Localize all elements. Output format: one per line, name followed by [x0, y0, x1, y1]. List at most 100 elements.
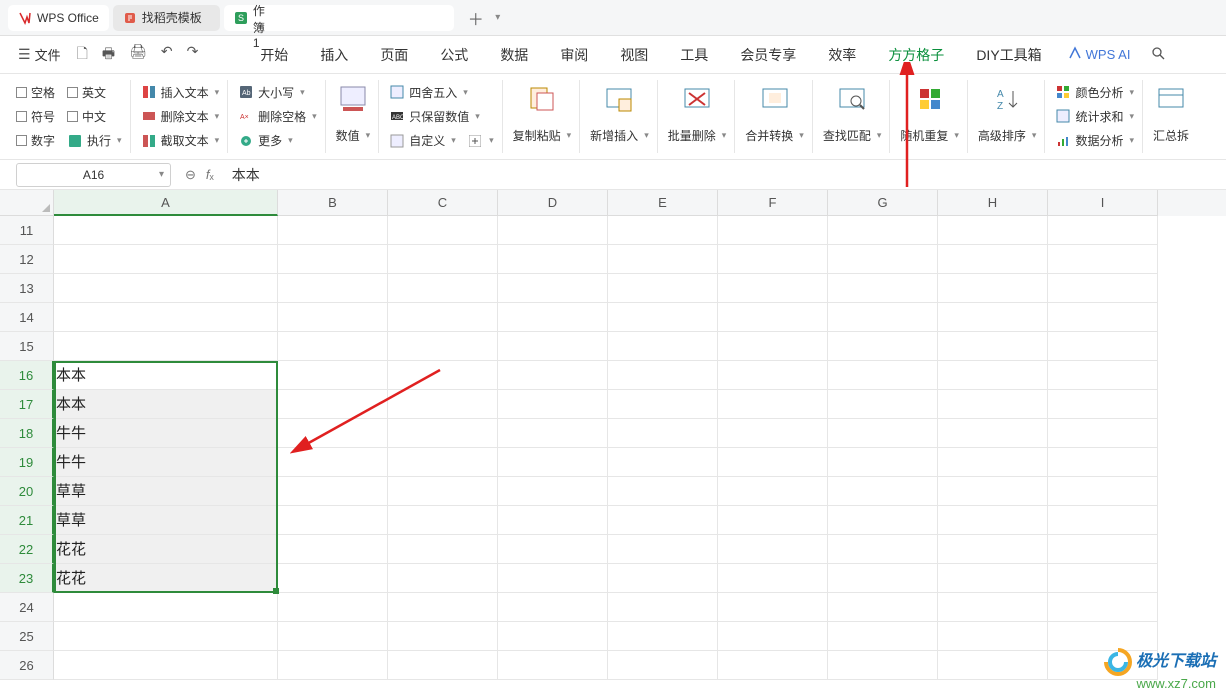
cell-G19[interactable] [828, 448, 938, 477]
cell-B19[interactable] [278, 448, 388, 477]
cancel-icon[interactable]: ⊖ [185, 167, 196, 183]
cell-E19[interactable] [608, 448, 718, 477]
cell-C16[interactable] [388, 361, 498, 390]
btn-sum[interactable]: 统计求和▾ [1055, 104, 1134, 128]
tab-vip[interactable]: 会员专享 [738, 41, 798, 69]
col-header-F[interactable]: F [718, 190, 828, 216]
btn-insert-text[interactable]: 插入文本▾ [141, 80, 220, 104]
col-header-A[interactable]: A [54, 190, 278, 216]
chevron-down-icon[interactable]: ▾ [159, 169, 164, 180]
cell-B22[interactable] [278, 535, 388, 564]
cell-H17[interactable] [938, 390, 1048, 419]
save-icon[interactable]: 🖶 [102, 43, 115, 67]
cell-C13[interactable] [388, 274, 498, 303]
cell-H16[interactable] [938, 361, 1048, 390]
cell-D15[interactable] [498, 332, 608, 361]
row-header-23[interactable]: 23 [0, 564, 54, 593]
cell-C18[interactable] [388, 419, 498, 448]
cell-I15[interactable] [1048, 332, 1158, 361]
row-header-24[interactable]: 24 [0, 593, 54, 622]
col-header-G[interactable]: G [828, 190, 938, 216]
btn-case[interactable]: Ab大小写▾ [238, 80, 317, 104]
fx-icon[interactable]: fₓ [206, 167, 214, 183]
cell-H21[interactable] [938, 506, 1048, 535]
cell-D17[interactable] [498, 390, 608, 419]
cell-H24[interactable] [938, 593, 1048, 622]
cell-A13[interactable] [54, 274, 278, 303]
cell-B15[interactable] [278, 332, 388, 361]
cell-D20[interactable] [498, 477, 608, 506]
cell-A15[interactable] [54, 332, 278, 361]
cell-F19[interactable] [718, 448, 828, 477]
cell-E24[interactable] [608, 593, 718, 622]
cell-F11[interactable] [718, 216, 828, 245]
cell-G20[interactable] [828, 477, 938, 506]
cell-D12[interactable] [498, 245, 608, 274]
cell-A21[interactable]: 草草 [54, 506, 278, 535]
col-header-I[interactable]: I [1048, 190, 1158, 216]
cell-G12[interactable] [828, 245, 938, 274]
spreadsheet-grid[interactable]: A B C D E F G H I 111213141516本本17本本18牛牛… [0, 190, 1226, 690]
cell-I16[interactable] [1048, 361, 1158, 390]
cell-B26[interactable] [278, 651, 388, 680]
new-icon[interactable]: 🗋 [77, 43, 88, 67]
btn-more[interactable]: 更多▾ [238, 129, 317, 153]
cell-B24[interactable] [278, 593, 388, 622]
cell-F13[interactable] [718, 274, 828, 303]
cell-B13[interactable] [278, 274, 388, 303]
cell-C15[interactable] [388, 332, 498, 361]
btn-findmatch[interactable]: 查找匹配▾ [823, 124, 882, 148]
btn-delete-text[interactable]: 删除文本▾ [141, 104, 220, 128]
tab-view[interactable]: 视图 [618, 41, 650, 69]
cell-H15[interactable] [938, 332, 1048, 361]
btn-copypaste[interactable]: 复制粘贴▾ [513, 124, 572, 148]
cell-I14[interactable] [1048, 303, 1158, 332]
cell-F23[interactable] [718, 564, 828, 593]
tab-page[interactable]: 页面 [378, 41, 410, 69]
row-header-21[interactable]: 21 [0, 506, 54, 535]
btn-delspace[interactable]: A×删除空格▾ [238, 104, 317, 128]
cell-E26[interactable] [608, 651, 718, 680]
cell-G23[interactable] [828, 564, 938, 593]
cell-F20[interactable] [718, 477, 828, 506]
cell-F14[interactable] [718, 303, 828, 332]
tab-list-dropdown[interactable]: ▾ [488, 12, 508, 23]
cell-F17[interactable] [718, 390, 828, 419]
name-box[interactable]: A16 ▾ [16, 163, 171, 187]
cell-C21[interactable] [388, 506, 498, 535]
cell-H20[interactable] [938, 477, 1048, 506]
row-header-14[interactable]: 14 [0, 303, 54, 332]
cell-D25[interactable] [498, 622, 608, 651]
cell-E25[interactable] [608, 622, 718, 651]
cell-F26[interactable] [718, 651, 828, 680]
row-header-19[interactable]: 19 [0, 448, 54, 477]
cell-G17[interactable] [828, 390, 938, 419]
cell-D11[interactable] [498, 216, 608, 245]
redo-icon[interactable]: ↷ [187, 43, 199, 67]
cell-B16[interactable] [278, 361, 388, 390]
cell-H22[interactable] [938, 535, 1048, 564]
btn-custom[interactable]: 自定义▾ ▾ [389, 129, 493, 153]
cell-A24[interactable] [54, 593, 278, 622]
cell-I22[interactable] [1048, 535, 1158, 564]
tab-formula[interactable]: 公式 [438, 41, 470, 69]
cell-E17[interactable] [608, 390, 718, 419]
cell-C24[interactable] [388, 593, 498, 622]
btn-randdup[interactable]: 随机重复▾ [900, 124, 959, 148]
cell-E15[interactable] [608, 332, 718, 361]
btn-round[interactable]: 四舍五入▾ [389, 80, 493, 104]
cell-G22[interactable] [828, 535, 938, 564]
col-header-C[interactable]: C [388, 190, 498, 216]
cell-H23[interactable] [938, 564, 1048, 593]
tab-template[interactable]: 找稻壳模板 [113, 5, 220, 31]
cell-H25[interactable] [938, 622, 1048, 651]
cell-F12[interactable] [718, 245, 828, 274]
row-header-17[interactable]: 17 [0, 390, 54, 419]
cell-B20[interactable] [278, 477, 388, 506]
cell-D13[interactable] [498, 274, 608, 303]
cell-I13[interactable] [1048, 274, 1158, 303]
cell-B11[interactable] [278, 216, 388, 245]
cell-I12[interactable] [1048, 245, 1158, 274]
cell-E13[interactable] [608, 274, 718, 303]
add-tab-button[interactable]: ＋ [464, 6, 488, 30]
